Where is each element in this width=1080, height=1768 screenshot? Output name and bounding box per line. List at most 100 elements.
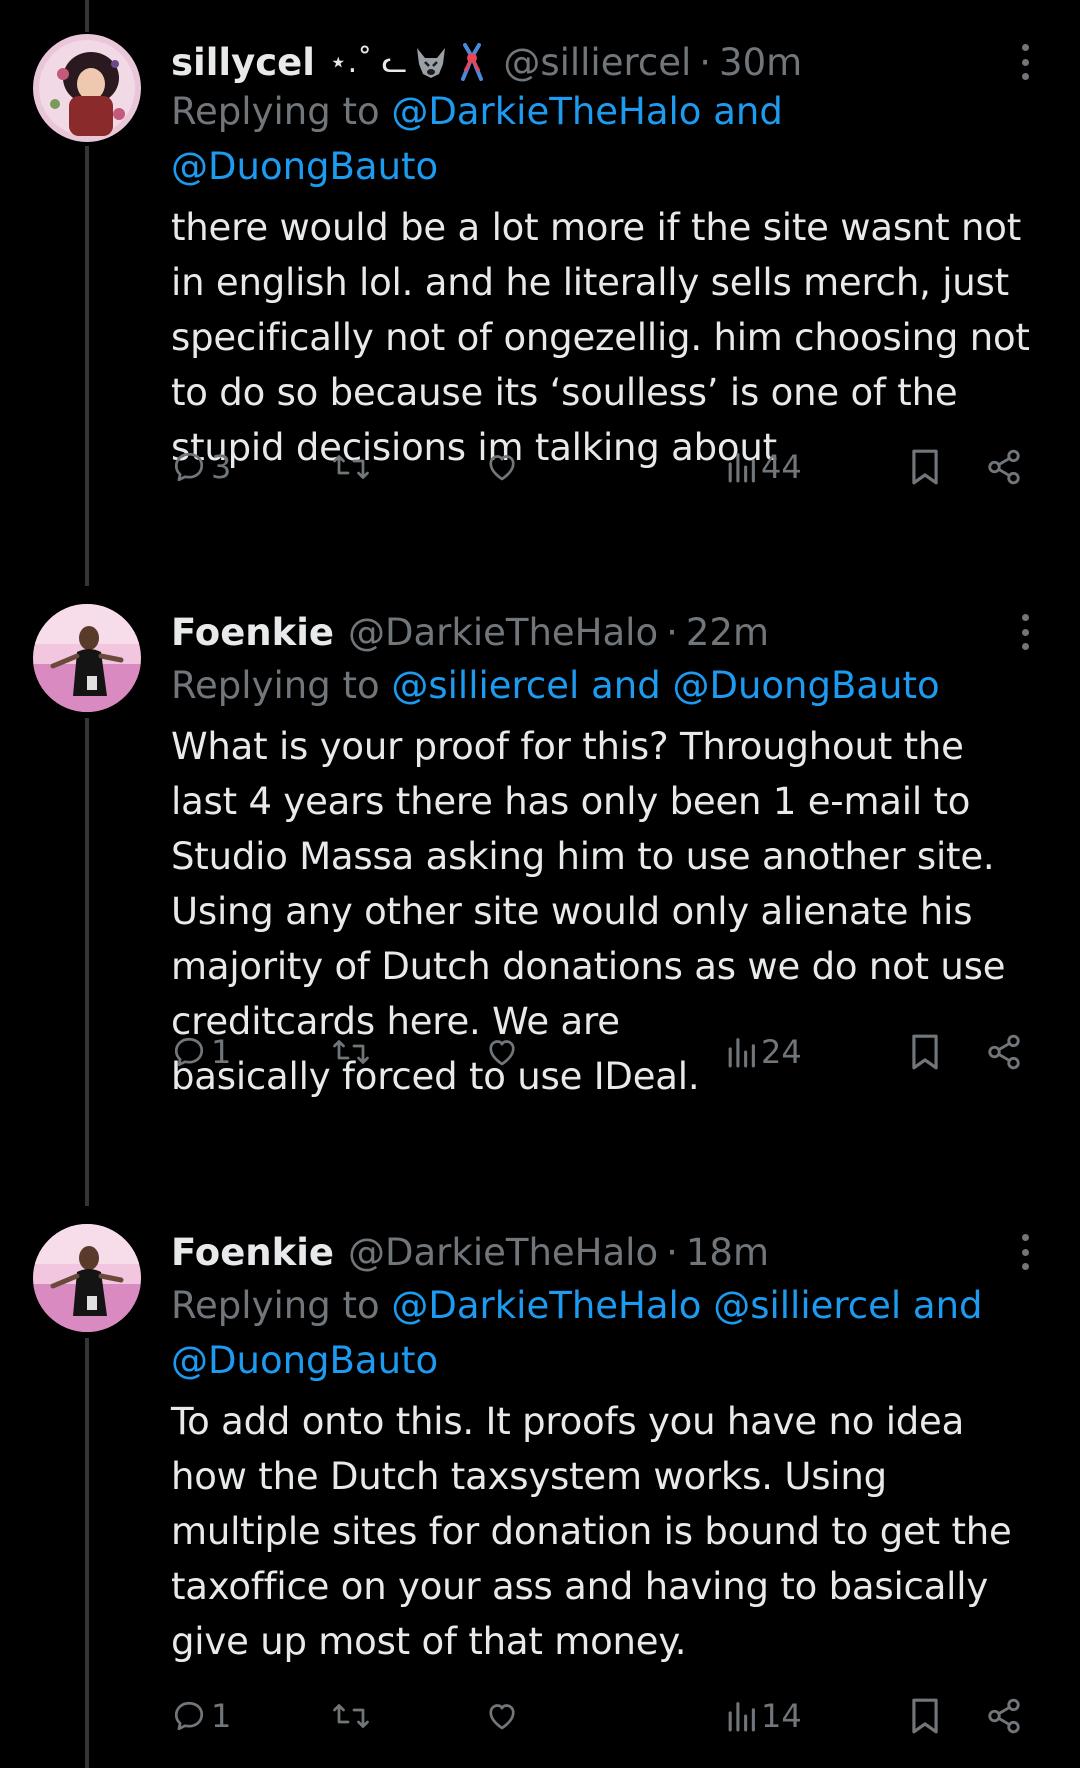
views-count: 14 [761,1697,802,1735]
tweet-text-line: To add onto this. It proofs you have no … [171,1400,965,1443]
ribbon-emoji-icon [461,43,484,81]
timestamp[interactable]: 18m [686,1231,769,1274]
tweet-text-line: how the Dutch taxsystem works. Using [171,1455,887,1498]
tweet-text-line: majority of Dutch donations as we do not… [171,945,1006,988]
tweet-text-line: taxoffice on your ass and having to basi… [171,1565,989,1608]
thread-line [85,1338,89,1768]
display-name[interactable]: Foenkie [171,611,334,654]
retweet-button[interactable] [331,442,375,492]
retweet-icon [333,1704,369,1728]
separator-dot: · [699,40,712,84]
tweet-header: Foenkie @DarkieTheHalo · 22m [171,604,1040,660]
replying-mentions[interactable]: @DarkieTheHalo @silliercel and [391,1284,982,1327]
reply-count: 1 [211,1033,232,1071]
replying-mentions[interactable]: @silliercel and @DuongBauto [391,664,939,707]
tweet-text-line: there would be a lot more if the site wa… [171,206,1022,249]
tweet-text-line: to do so because its ‘soulless’ is one o… [171,371,958,414]
replying-mentions-continued[interactable]: @DuongBauto [171,145,438,188]
heart-icon [489,1704,515,1730]
thread-line [85,718,89,1206]
like-button[interactable] [483,442,525,492]
action-bar: 1 14 [171,1691,1040,1741]
name-symbols: ⋆.˚ ᓚ [328,44,408,80]
share-button[interactable] [985,1691,1023,1741]
replying-to: Replying to @DarkieTheHalo @silliercel a… [171,1278,1040,1388]
tweet-text-line: multiple sites for donation is bound to … [171,1510,1012,1553]
avatar[interactable] [33,604,141,712]
timestamp[interactable]: 30m [719,41,802,84]
tweet-text-line: last 4 years there has only been 1 e-mai… [171,780,971,823]
views-icon [728,1702,755,1732]
reply-button[interactable]: 1 [171,1027,231,1077]
share-icon [988,1034,1020,1070]
replying-prefix: Replying to [171,664,380,707]
replying-prefix: Replying to [171,1284,380,1327]
reply-icon [174,1701,204,1731]
timestamp[interactable]: 22m [686,611,769,654]
tweet-header: Foenkie @DarkieTheHalo · 18m [171,1224,1040,1280]
tweet-text-line: in english lol. and he literally sells m… [171,261,1009,304]
tweet-text-line: Using any other site would only alienate… [171,890,973,933]
bookmark-button[interactable] [909,442,941,492]
views-button[interactable]: 44 [725,442,802,492]
replying-to: Replying to @DarkieTheHalo and @DuongBau… [171,84,1040,194]
handle[interactable]: @DarkieTheHalo [348,1231,658,1274]
reply-button[interactable]: 3 [171,442,231,492]
share-button[interactable] [985,1027,1023,1077]
heart-icon [489,455,515,481]
tweet-header: sillycel ⋆.˚ ᓚ @silliercel · 30m [171,34,1040,90]
bookmark-icon [912,449,938,485]
more-icon [1021,614,1029,621]
handle[interactable]: @DarkieTheHalo [348,611,658,654]
avatar[interactable] [33,1224,141,1332]
tweet-text: there would be a lot more if the site wa… [171,200,1040,475]
avatar[interactable] [33,34,141,142]
bookmark-button[interactable] [909,1691,941,1741]
tweet-text-line: specifically not of ongezellig. him choo… [171,316,1030,359]
share-icon [988,449,1020,485]
avatar-image-icon [33,34,141,142]
display-name[interactable]: Foenkie [171,1231,334,1274]
retweet-button[interactable] [331,1691,375,1741]
more-options-button[interactable] [1010,1230,1040,1274]
more-options-button[interactable] [1010,40,1040,84]
views-icon [728,1038,755,1068]
more-icon [1021,1234,1029,1241]
views-count: 44 [761,448,802,486]
share-icon [988,1698,1020,1734]
tweet-text-line: What is your proof for this? Throughout … [171,725,964,768]
retweet-button[interactable] [331,1027,375,1077]
reply-count: 1 [211,1697,232,1735]
tweet-text-line: Studio Massa asking him to use another s… [171,835,995,878]
action-bar: 3 44 [171,442,1040,492]
thread-line [85,146,89,586]
avatar-image-icon [33,1224,141,1332]
separator-dot: · [666,1230,678,1274]
reply-icon [174,452,204,482]
replying-to: Replying to @silliercel and @DuongBauto [171,658,1040,713]
replying-mentions[interactable]: @DarkieTheHalo and [391,90,782,133]
like-button[interactable] [483,1691,525,1741]
tweet-text-line: give up most of that money. [171,1620,687,1663]
views-count: 24 [761,1033,802,1071]
replying-prefix: Replying to [171,90,380,133]
retweet-icon [333,455,369,479]
display-name[interactable]: sillycel [171,41,315,84]
bookmark-button[interactable] [909,1027,941,1077]
separator-dot: · [666,610,678,654]
name-emoji-group: ⋆.˚ ᓚ [329,41,489,83]
tweet-text: To add onto this. It proofs you have no … [171,1394,1040,1669]
handle[interactable]: @silliercel [503,41,691,84]
avatar-image-icon [33,604,141,712]
share-button[interactable] [985,442,1023,492]
views-button[interactable]: 24 [725,1027,802,1077]
wolf-emoji-icon [417,48,446,78]
views-button[interactable]: 14 [725,1691,802,1741]
replying-mentions-continued[interactable]: @DuongBauto [171,1339,438,1382]
reply-button[interactable]: 1 [171,1691,231,1741]
retweet-icon [333,1040,369,1064]
like-button[interactable] [483,1027,525,1077]
more-icon [1021,44,1029,51]
more-options-button[interactable] [1010,610,1040,654]
bookmark-icon [912,1698,938,1734]
